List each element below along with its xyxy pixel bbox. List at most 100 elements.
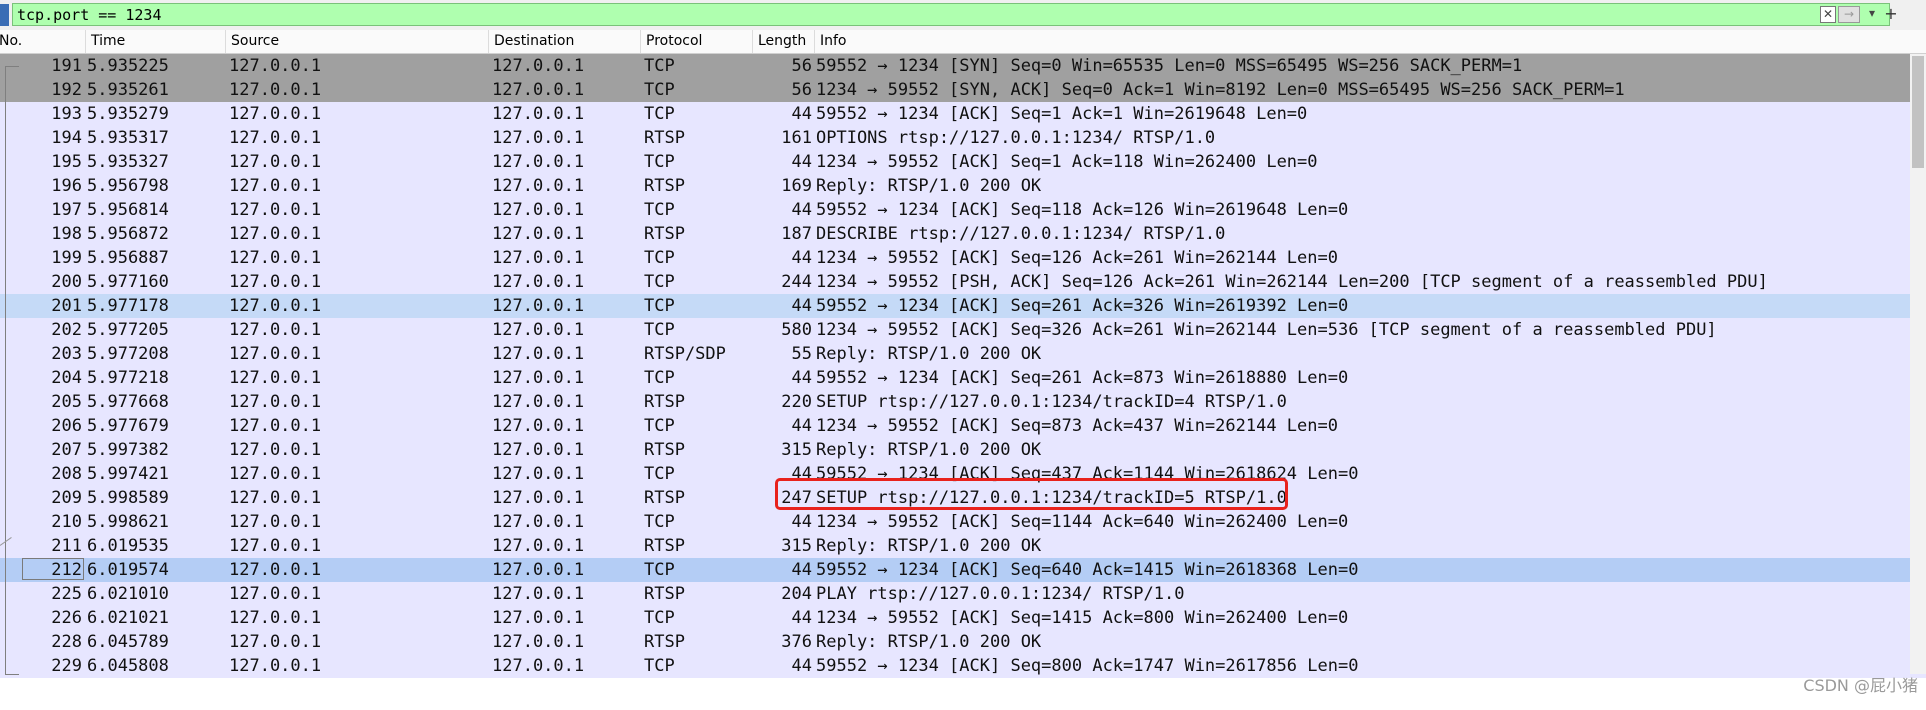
packet-proto-cell: TCP [644, 200, 675, 220]
packet-row[interactable]: 203 5.977208 127.0.0.1 127.0.0.1 RTSP/SDP 55 R… [0, 342, 1926, 366]
column-header-protocol[interactable]: Protocol [641, 30, 753, 53]
packet-no-cell: 192 [51, 80, 82, 100]
column-header-time[interactable]: Time [86, 30, 226, 53]
packet-proto-cell: RTSP [644, 632, 685, 652]
packet-dst-cell: 127.0.0.1 [492, 632, 585, 652]
column-header-source[interactable]: Source [226, 30, 489, 53]
packet-time-cell: 5.935317 [87, 128, 169, 148]
packet-info-cell: 1234 → 59552 [ACK] Seq=873 Ack=437 Win=2… [816, 416, 1338, 436]
packet-len-cell: 56 [791, 56, 812, 76]
column-header-no[interactable]: No. [0, 30, 86, 53]
scrollbar-thumb[interactable] [1912, 56, 1924, 168]
packet-no-cell: 195 [51, 152, 82, 172]
packet-row[interactable]: 199 5.956887 127.0.0.1 127.0.0.1 TCP 44 1234 →… [0, 246, 1926, 270]
packet-src-cell: 127.0.0.1 [229, 176, 322, 196]
packet-no-cell: 212 [51, 560, 82, 580]
packet-dst-cell: 127.0.0.1 [492, 656, 585, 676]
packet-time-cell: 5.997421 [87, 464, 169, 484]
packet-dst-cell: 127.0.0.1 [492, 56, 585, 76]
packet-src-cell: 127.0.0.1 [229, 392, 322, 412]
packet-info-cell: Reply: RTSP/1.0 200 OK [816, 176, 1042, 196]
packet-dst-cell: 127.0.0.1 [492, 272, 585, 292]
vertical-scrollbar[interactable] [1910, 54, 1926, 674]
packet-src-cell: 127.0.0.1 [229, 152, 322, 172]
packet-src-cell: 127.0.0.1 [229, 656, 322, 676]
packet-dst-cell: 127.0.0.1 [492, 512, 585, 532]
packet-time-cell: 5.977208 [87, 344, 169, 364]
display-filter-input[interactable] [12, 3, 1890, 26]
packet-src-cell: 127.0.0.1 [229, 224, 322, 244]
packet-len-cell: 44 [791, 560, 812, 580]
packet-row[interactable]: 210 5.998621 127.0.0.1 127.0.0.1 TCP 44 1234 →… [0, 510, 1926, 534]
apply-filter-icon[interactable]: → [1838, 6, 1860, 23]
packet-row[interactable]: 191 5.935225 127.0.0.1 127.0.0.1 TCP 56 59552 … [0, 54, 1926, 78]
packet-src-cell: 127.0.0.1 [229, 560, 322, 580]
packet-info-cell: Reply: RTSP/1.0 200 OK [816, 632, 1042, 652]
packet-no-cell: 211 [51, 536, 82, 556]
packet-len-cell: 44 [791, 200, 812, 220]
packet-row[interactable]: 196 5.956798 127.0.0.1 127.0.0.1 RTSP 169 Repl… [0, 174, 1926, 198]
chevron-down-icon[interactable]: ▾ [1864, 6, 1880, 23]
packet-row[interactable]: 206 5.977679 127.0.0.1 127.0.0.1 TCP 44 1234 →… [0, 414, 1926, 438]
packet-row[interactable]: 192 5.935261 127.0.0.1 127.0.0.1 TCP 56 1234 →… [0, 78, 1926, 102]
packet-no-cell: 193 [51, 104, 82, 124]
packet-time-cell: 5.977679 [87, 416, 169, 436]
packet-time-cell: 5.998589 [87, 488, 169, 508]
add-filter-button-icon[interactable]: + [1882, 6, 1900, 23]
packet-dst-cell: 127.0.0.1 [492, 536, 585, 556]
packet-no-cell: 208 [51, 464, 82, 484]
packet-row[interactable]: 207 5.997382 127.0.0.1 127.0.0.1 RTSP 315 Repl… [0, 438, 1926, 462]
packet-list: 191 5.935225 127.0.0.1 127.0.0.1 TCP 56 59552 … [0, 54, 1926, 678]
packet-time-cell: 5.977668 [87, 392, 169, 412]
packet-row[interactable]: 198 5.956872 127.0.0.1 127.0.0.1 RTSP 187 DESC… [0, 222, 1926, 246]
packet-proto-cell: TCP [644, 320, 675, 340]
packet-row[interactable]: 211 6.019535 127.0.0.1 127.0.0.1 RTSP 315 Repl… [0, 534, 1926, 558]
packet-len-cell: 44 [791, 104, 812, 124]
packet-dst-cell: 127.0.0.1 [492, 464, 585, 484]
packet-len-cell: 55 [791, 344, 812, 364]
packet-row[interactable]: 225 6.021010 127.0.0.1 127.0.0.1 RTSP 204 PLAY… [0, 582, 1926, 606]
packet-row[interactable]: 205 5.977668 127.0.0.1 127.0.0.1 RTSP 220 SETU… [0, 390, 1926, 414]
packet-proto-cell: RTSP [644, 392, 685, 412]
packet-row[interactable]: 226 6.021021 127.0.0.1 127.0.0.1 TCP 44 1234 →… [0, 606, 1926, 630]
packet-row[interactable]: 212 6.019574 127.0.0.1 127.0.0.1 TCP 44 59552 … [0, 558, 1926, 582]
packet-info-cell: 59552 → 1234 [ACK] Seq=640 Ack=1415 Win=… [816, 560, 1359, 580]
packet-proto-cell: TCP [644, 512, 675, 532]
packet-row[interactable]: 201 5.977178 127.0.0.1 127.0.0.1 TCP 44 59552 … [0, 294, 1926, 318]
packet-time-cell: 5.935327 [87, 152, 169, 172]
clear-filter-icon[interactable]: ✕ [1820, 6, 1836, 23]
packet-row[interactable]: 193 5.935279 127.0.0.1 127.0.0.1 TCP 44 59552 … [0, 102, 1926, 126]
packet-proto-cell: RTSP [644, 176, 685, 196]
packet-time-cell: 6.045808 [87, 656, 169, 676]
packet-row[interactable]: 200 5.977160 127.0.0.1 127.0.0.1 TCP 244 1234 … [0, 270, 1926, 294]
packet-info-cell: Reply: RTSP/1.0 200 OK [816, 344, 1042, 364]
packet-time-cell: 5.977160 [87, 272, 169, 292]
packet-dst-cell: 127.0.0.1 [492, 248, 585, 268]
packet-info-cell: 1234 → 59552 [ACK] Seq=1 Ack=118 Win=262… [816, 152, 1318, 172]
conversation-bracket-line [5, 66, 6, 674]
packet-no-cell: 198 [51, 224, 82, 244]
column-header-destination[interactable]: Destination [489, 30, 641, 53]
packet-row[interactable]: 229 6.045808 127.0.0.1 127.0.0.1 TCP 44 59552 … [0, 654, 1926, 678]
packet-no-cell: 204 [51, 368, 82, 388]
packet-dst-cell: 127.0.0.1 [492, 560, 585, 580]
bookmark-icon[interactable] [0, 4, 9, 26]
packet-row[interactable]: 228 6.045789 127.0.0.1 127.0.0.1 RTSP 376 Repl… [0, 630, 1926, 654]
packet-row[interactable]: 194 5.935317 127.0.0.1 127.0.0.1 RTSP 161 OPTI… [0, 126, 1926, 150]
packet-src-cell: 127.0.0.1 [229, 512, 322, 532]
packet-info-cell: DESCRIBE rtsp://127.0.0.1:1234/ RTSP/1.0 [816, 224, 1226, 244]
packet-proto-cell: TCP [644, 56, 675, 76]
packet-time-cell: 6.045789 [87, 632, 169, 652]
packet-row[interactable]: 197 5.956814 127.0.0.1 127.0.0.1 TCP 44 59552 … [0, 198, 1926, 222]
packet-row[interactable]: 195 5.935327 127.0.0.1 127.0.0.1 TCP 44 1234 →… [0, 150, 1926, 174]
packet-row[interactable]: 202 5.977205 127.0.0.1 127.0.0.1 TCP 580 1234 … [0, 318, 1926, 342]
packet-time-cell: 6.019574 [87, 560, 169, 580]
packet-row[interactable]: 204 5.977218 127.0.0.1 127.0.0.1 TCP 44 59552 … [0, 366, 1926, 390]
column-header-info[interactable]: Info [815, 30, 1910, 53]
packet-proto-cell: TCP [644, 296, 675, 316]
packet-dst-cell: 127.0.0.1 [492, 104, 585, 124]
packet-src-cell: 127.0.0.1 [229, 80, 322, 100]
packet-src-cell: 127.0.0.1 [229, 488, 322, 508]
column-header-length[interactable]: Length [753, 30, 815, 53]
packet-proto-cell: TCP [644, 656, 675, 676]
